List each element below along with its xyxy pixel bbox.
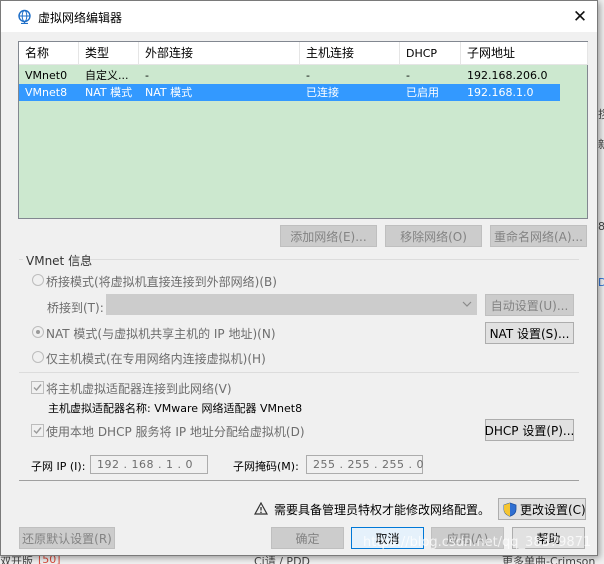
cell-external: NAT 模式 (145, 86, 193, 99)
divider (19, 372, 579, 373)
cell-subnet: 192.168.206.0 (467, 69, 548, 82)
vmnet-info-heading: VMnet 信息 (26, 254, 93, 268)
change-settings-button[interactable]: 更改设置(C) (498, 498, 586, 520)
divider (19, 480, 579, 481)
connect-adapter-checkbox[interactable] (31, 381, 44, 394)
warning-icon (254, 502, 268, 515)
nat-settings-button[interactable]: NAT 设置(S)... (485, 322, 574, 344)
bridged-mode-radio[interactable] (32, 274, 44, 286)
subnet-ip-field[interactable]: 192 . 168 . 1 . 0 (90, 455, 208, 474)
ok-button[interactable]: 确定 (271, 527, 344, 549)
virtual-network-editor-dialog: 虚拟网络编辑器 ✕ 名称 类型 外部连接 主机连接 DHCP 子网地址 VMne… (0, 0, 598, 556)
watermark-text: https://blog.csdn.net/qq_38379871 (363, 535, 592, 550)
dhcp-settings-button[interactable]: DHCP 设置(P)... (485, 419, 574, 441)
network-globe-icon (18, 9, 31, 24)
subnet-ip-label: 子网 IP (I): (31, 460, 86, 473)
network-list[interactable]: 名称 类型 外部连接 主机连接 DHCP 子网地址 VMnet0 自定义... … (18, 41, 588, 219)
background-text: DI (598, 276, 604, 289)
cell-dhcp: 已启用 (406, 86, 439, 99)
cell-type: 自定义... (85, 69, 129, 82)
connect-adapter-label: 将主机虚拟适配器连接到此网络(V) (46, 382, 232, 396)
cell-name: VMnet0 (25, 69, 68, 82)
checkmark-icon (33, 384, 42, 392)
title-bar[interactable]: 虚拟网络编辑器 ✕ (1, 1, 597, 32)
column-header-name[interactable]: 名称 (19, 42, 79, 65)
auto-settings-button[interactable]: 自动设置(U)... (485, 294, 574, 316)
adapter-name-label: 主机虚拟适配器名称: VMware 网络适配器 VMnet8 (48, 402, 303, 415)
window-title: 虚拟网络编辑器 (38, 11, 123, 25)
close-button[interactable]: ✕ (563, 3, 597, 30)
nat-mode-radio[interactable] (32, 326, 44, 338)
bridged-to-label: 桥接到(T): (47, 301, 104, 315)
bridged-mode-label: 桥接模式(将虚拟机直接连接到外部网络)(B) (46, 275, 277, 289)
background-text: 新 (598, 138, 604, 151)
dhcp-label: 使用本地 DHCP 服务将 IP 地址分配给虚拟机(D) (46, 425, 305, 439)
change-settings-label: 更改设置(C) (520, 502, 586, 517)
column-header-host[interactable]: 主机连接 (300, 42, 400, 65)
rename-network-button[interactable]: 重命名网络(A)... (490, 225, 587, 247)
remove-network-button[interactable]: 移除网络(O) (385, 225, 482, 247)
column-header-dhcp[interactable]: DHCP (400, 42, 461, 65)
host-only-radio[interactable] (32, 351, 44, 363)
table-row[interactable]: VMnet0 自定义... - - - 192.168.206.0 (19, 67, 560, 84)
cell-external: - (145, 69, 149, 82)
chevron-down-icon (462, 301, 472, 307)
cell-subnet: 192.168.1.0 (467, 86, 534, 99)
close-icon: ✕ (572, 6, 588, 27)
cell-host: 已连接 (306, 86, 339, 99)
admin-notice-text: 需要具备管理员特权才能修改网络配置。 (274, 503, 491, 517)
cell-host: - (306, 69, 310, 82)
restore-defaults-button[interactable]: 还原默认设置(R) (19, 527, 115, 549)
column-header-subnet[interactable]: 子网地址 (461, 42, 588, 65)
subnet-mask-label: 子网掩码(M): (233, 460, 299, 473)
checkmark-icon (33, 427, 42, 435)
cell-dhcp: - (406, 69, 410, 82)
host-only-label: 仅主机模式(在专用网络内连接虚拟机)(H) (46, 352, 266, 366)
dhcp-checkbox[interactable] (31, 424, 44, 437)
bridged-to-select[interactable] (106, 294, 477, 315)
cell-type: NAT 模式 (85, 86, 133, 99)
add-network-button[interactable]: 添加网络(E)... (280, 225, 377, 247)
subnet-mask-field[interactable]: 255 . 255 . 255 . 0 (306, 455, 423, 474)
background-text: 拶 (598, 108, 604, 121)
nat-mode-label: NAT 模式(与虚拟机共享主机的 IP 地址)(N) (46, 327, 276, 341)
column-header-type[interactable]: 类型 (79, 42, 139, 65)
group-border (19, 259, 23, 260)
group-border (87, 259, 579, 260)
table-row-selected[interactable]: VMnet8 NAT 模式 NAT 模式 已连接 已启用 192.168.1.0 (19, 84, 560, 101)
background-text: 8 (598, 220, 604, 233)
cell-name: VMnet8 (25, 86, 68, 99)
list-header: 名称 类型 外部连接 主机连接 DHCP 子网地址 (19, 42, 588, 65)
column-header-external[interactable]: 外部连接 (139, 42, 300, 65)
uac-shield-icon (503, 502, 517, 517)
